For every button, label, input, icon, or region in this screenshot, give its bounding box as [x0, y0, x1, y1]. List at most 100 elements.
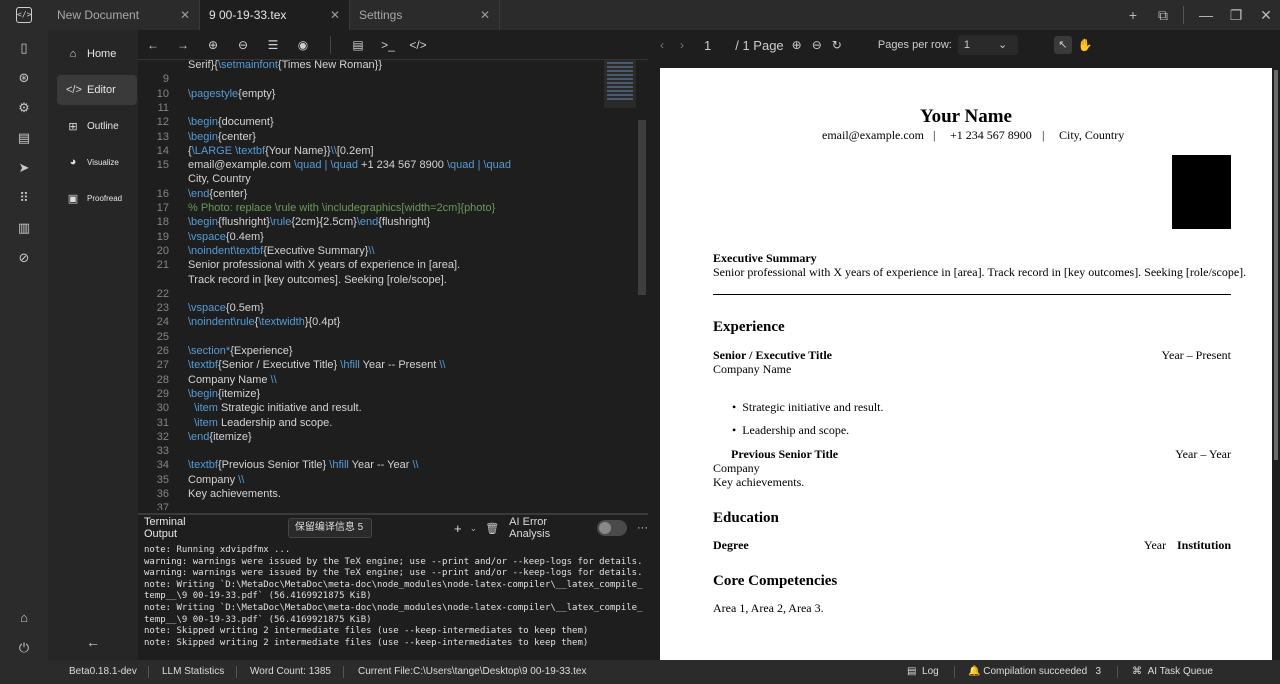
- line-number: 10: [156, 87, 169, 100]
- zoom-out-icon[interactable]: ⊖: [812, 38, 822, 52]
- llm-statistics-button[interactable]: LLM Statistics: [162, 660, 224, 684]
- page-number-input[interactable]: 1: [704, 38, 711, 53]
- file-icon[interactable]: ▯: [14, 38, 34, 58]
- nav-label: Proofread: [87, 193, 123, 203]
- more-options-icon[interactable]: ···: [637, 522, 648, 534]
- prev-page-icon[interactable]: ‹: [660, 38, 664, 52]
- redo-arrow-icon[interactable]: →: [168, 38, 198, 52]
- close-icon[interactable]: ✕: [180, 8, 190, 22]
- compass-icon[interactable]: ⊘: [14, 248, 34, 268]
- nav-label: Outline: [87, 120, 119, 132]
- ai-icon[interactable]: ⊛: [14, 68, 34, 88]
- nav-label: Visualize: [87, 157, 119, 167]
- eye-icon[interactable]: ◉: [288, 38, 318, 52]
- list-icon[interactable]: ☰: [258, 38, 288, 52]
- editor-scrollbar[interactable]: [638, 120, 646, 295]
- pdf-scrollbar[interactable]: [1274, 70, 1278, 460]
- code-text: \noindent\rule{\textwidth}{0.4pt}: [188, 316, 341, 329]
- code-line: 31 \item Leadership and scope.: [138, 416, 608, 430]
- ai-task-queue-button[interactable]: ⌘ AI Task Queue: [1132, 660, 1213, 684]
- terminal-line: note: Writing `D:\MetaDoc\MetaDoc\meta-d…: [144, 603, 643, 613]
- tab-bar: </> New Document ✕ 9 00-19-33.tex ✕ Settin…: [0, 0, 1280, 30]
- layout-icon[interactable]: ⧉: [1149, 7, 1177, 24]
- minimize-icon[interactable]: —: [1192, 7, 1220, 23]
- gear-icon[interactable]: ⚙: [14, 98, 34, 118]
- code-line: 28 Company Name \\: [138, 373, 608, 387]
- nav-item-visualize[interactable]: ◕ Visualize: [57, 147, 137, 177]
- bullet-item: • Strategic initiative and result.: [732, 400, 884, 414]
- education-heading: Education: [713, 510, 779, 526]
- code-line: 30 \item Strategic initiative and result…: [138, 401, 608, 415]
- ai-error-analysis-toggle[interactable]: [596, 520, 627, 536]
- code-text: \begin{itemize}: [188, 387, 261, 400]
- code-text: \textbf{Senior / Executive Title} \hfill…: [188, 359, 446, 372]
- nav-item-proofread[interactable]: ▣ Proofread: [57, 183, 137, 213]
- chevron-down-icon[interactable]: ⌄: [470, 523, 478, 534]
- minimap[interactable]: [604, 60, 636, 108]
- document-icon[interactable]: ▤: [343, 38, 373, 52]
- terminal-icon[interactable]: >_: [373, 38, 403, 52]
- code-icon[interactable]: </>: [403, 38, 433, 52]
- code-text: \textbf{Previous Senior Title} \hfill Ye…: [188, 459, 419, 472]
- code-logo-icon: </>: [16, 7, 32, 23]
- database-icon[interactable]: ▤: [14, 128, 34, 148]
- pointer-tool-icon[interactable]: ↖: [1053, 36, 1072, 54]
- close-icon[interactable]: ✕: [480, 8, 490, 22]
- tab-tex-file[interactable]: 9 00-19-33.tex ✕: [200, 0, 350, 30]
- undo-arrow-icon[interactable]: ←: [138, 38, 168, 52]
- power-icon[interactable]: ⏻: [14, 638, 34, 658]
- zoom-in-icon[interactable]: ⊕: [792, 38, 802, 52]
- nav-label: Home: [87, 48, 117, 60]
- job2-title: Previous Senior Title: [731, 447, 839, 461]
- refresh-icon[interactable]: ↻: [832, 38, 842, 52]
- word-count: Word Count: 1385: [250, 666, 331, 677]
- compilation-status[interactable]: 🔔 Compilation succeeded 3: [968, 660, 1101, 684]
- hand-tool-icon[interactable]: ✋: [1078, 38, 1093, 52]
- nav-item-editor[interactable]: </> Editor: [57, 75, 137, 105]
- apps-grid-icon[interactable]: ⠿: [14, 188, 34, 208]
- compile-info-select[interactable]: 保留编译信息 5 ⌄: [287, 518, 373, 551]
- line-number: 16: [156, 187, 169, 200]
- line-number: 37: [156, 502, 169, 510]
- line-number: 34: [156, 459, 169, 472]
- divider: [330, 35, 331, 54]
- line-number: 31: [156, 416, 169, 429]
- bullet-text: Strategic initiative and result.: [742, 400, 884, 414]
- code-line: Serif}{\setmainfont{Times New Roman}}: [138, 60, 608, 72]
- trash-icon[interactable]: 🗑: [485, 522, 499, 535]
- terminal-line: note: Skipped writing 2 intermediate fil…: [144, 626, 589, 637]
- zoom-in-icon[interactable]: ⊕: [198, 38, 228, 52]
- tab-settings[interactable]: Settings ✕: [350, 0, 500, 30]
- education-institution: Institution: [1176, 538, 1231, 552]
- ai-task-icon: ⌘: [1132, 666, 1142, 677]
- window-close-icon[interactable]: ✕: [1252, 7, 1280, 24]
- nav-item-home[interactable]: ⌂ Home: [57, 39, 137, 69]
- home-icon[interactable]: ⌂: [14, 608, 34, 628]
- code-text: \end{center}: [188, 187, 248, 200]
- close-icon[interactable]: ✕: [330, 8, 340, 22]
- code-line: 33: [138, 444, 608, 458]
- nav-panel: ⌂ Home </> Editor ⊞ Outline ◕ Visualize ▣ Pro…: [48, 30, 138, 660]
- select-value: 1: [963, 39, 970, 51]
- zoom-out-icon[interactable]: ⊖: [228, 38, 258, 52]
- new-tab-plus-icon[interactable]: +: [1119, 7, 1147, 23]
- restore-icon[interactable]: ❐: [1222, 7, 1250, 24]
- contact-phone: +1 234 567 8900: [950, 128, 1032, 142]
- code-line: 26 \section*{Experience}: [138, 344, 608, 358]
- pdf-toolbar: ‹ › 1 / 1 Page ⊕ ⊖ ↻ Pages per row: 1 ⌄ ↖…: [648, 30, 1280, 60]
- code-text: \end{itemize}: [188, 430, 252, 443]
- add-terminal-icon[interactable]: +: [454, 521, 462, 536]
- log-button[interactable]: ▤ Log: [907, 660, 939, 684]
- code-text: Senior professional with X years of expe…: [188, 259, 461, 272]
- line-number: 19: [156, 230, 169, 243]
- code-editor[interactable]: Serif}{\setmainfont{Times New Roman}} 9 10…: [138, 60, 648, 510]
- job1-company: Company Name: [713, 362, 792, 376]
- nav-item-outline[interactable]: ⊞ Outline: [57, 111, 137, 141]
- sidebar-toggle-icon[interactable]: ▥: [14, 218, 34, 238]
- next-page-icon[interactable]: ›: [680, 38, 684, 52]
- line-number: 22: [156, 287, 169, 300]
- tab-new-document[interactable]: New Document ✕: [48, 0, 200, 30]
- paper-plane-icon[interactable]: ➤: [14, 158, 34, 178]
- collapse-arrow-icon[interactable]: ←: [86, 634, 100, 650]
- pages-per-row-select[interactable]: 1 ⌄: [957, 35, 1018, 55]
